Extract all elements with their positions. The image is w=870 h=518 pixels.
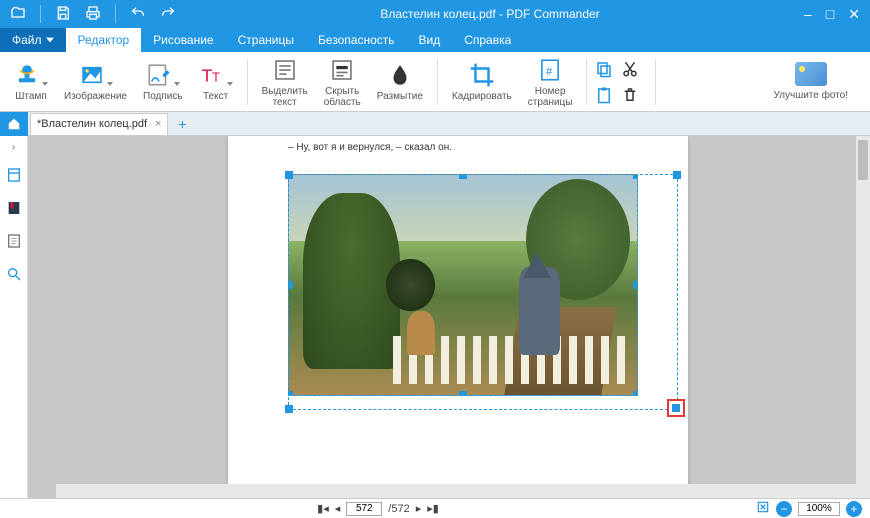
menubar: Файл Редактор Рисование Страницы Безопас… [0, 28, 870, 52]
hide-area-icon [329, 56, 355, 84]
ribbon: Штамп Изображение Подпись TT Текст Выдел… [0, 52, 870, 112]
page: – Ну, вот я и вернулся, – сказал он. [228, 136, 688, 498]
menu-drawing[interactable]: Рисование [141, 28, 225, 52]
svg-text:T: T [212, 70, 220, 85]
improve-photo-icon [795, 62, 827, 86]
crop-icon [469, 61, 495, 89]
svg-text:#: # [546, 65, 553, 77]
open-icon[interactable] [10, 5, 26, 24]
signature-icon [146, 61, 180, 89]
next-page-icon[interactable]: ▸ [416, 502, 422, 515]
resize-handle[interactable] [285, 171, 293, 179]
menu-help[interactable]: Справка [452, 28, 523, 52]
page-total: /572 [388, 503, 409, 515]
copy-button[interactable] [593, 58, 615, 80]
hide-area-button[interactable]: Скрыть область [316, 54, 369, 110]
save-icon[interactable] [55, 5, 71, 24]
menu-security[interactable]: Безопасность [306, 28, 407, 52]
selection-bounds[interactable] [288, 174, 678, 410]
delete-button[interactable] [619, 84, 641, 106]
page-number-button[interactable]: # Номер страницы [520, 54, 581, 110]
highlight-icon [272, 56, 298, 84]
blur-icon [387, 61, 413, 89]
separator [40, 5, 41, 23]
image-button[interactable]: Изображение [56, 54, 135, 110]
highlight-button[interactable]: Выделить текст [254, 54, 316, 110]
maximize-button[interactable]: □ [826, 6, 834, 22]
thumbnails-icon[interactable] [6, 167, 22, 186]
separator [115, 5, 116, 23]
stamp-icon [14, 61, 48, 89]
fit-page-icon[interactable] [756, 500, 770, 517]
text-button[interactable]: TT Текст [191, 54, 241, 110]
improve-photo-button[interactable]: Улучшите фото! [757, 62, 864, 101]
search-icon[interactable] [6, 266, 22, 285]
prev-page-icon[interactable]: ◂ [335, 502, 341, 515]
image-icon [79, 61, 113, 89]
home-tab[interactable] [0, 112, 28, 136]
text-icon: TT [199, 61, 233, 89]
last-page-icon[interactable]: ▸▮ [427, 502, 439, 515]
menu-view[interactable]: Вид [407, 28, 453, 52]
zoom-in-button[interactable]: + [846, 501, 862, 517]
separator [655, 59, 656, 105]
crop-button[interactable]: Кадрировать [444, 54, 520, 110]
menu-file[interactable]: Файл [0, 28, 66, 52]
zoom-out-button[interactable]: − [776, 501, 792, 517]
zoom-input[interactable] [798, 502, 840, 516]
close-tab-icon[interactable]: × [155, 118, 161, 130]
close-button[interactable]: ✕ [848, 6, 860, 23]
bookmarks-icon[interactable] [6, 200, 22, 219]
paste-button[interactable] [593, 84, 615, 106]
workspace: › – Ну, вот я и вернулся, – сказал он. [0, 136, 870, 498]
pager: ▮◂ ◂ /572 ▸ ▸▮ [317, 502, 439, 516]
left-toolbar: › [0, 136, 28, 498]
blur-button[interactable]: Размытие [369, 54, 431, 110]
page-input[interactable] [346, 502, 382, 516]
redo-icon[interactable] [160, 5, 176, 24]
vertical-scrollbar[interactable] [856, 136, 870, 498]
zoom-controls: − + [756, 500, 870, 517]
collapse-rail-icon[interactable]: › [12, 142, 15, 153]
canvas[interactable]: – Ну, вот я и вернулся, – сказал он. [28, 136, 870, 498]
horizontal-scrollbar[interactable] [56, 484, 856, 498]
signature-button[interactable]: Подпись [135, 54, 191, 110]
svg-text:T: T [201, 66, 212, 86]
document-tab-label: *Властелин колец.pdf [37, 118, 147, 130]
stamp-button[interactable]: Штамп [6, 54, 56, 110]
print-icon[interactable] [85, 5, 101, 24]
document-tab[interactable]: *Властелин колец.pdf × [30, 113, 168, 135]
page-text: – Ну, вот я и вернулся, – сказал он. [288, 142, 452, 153]
window-title: Властелин колец.pdf - PDF Commander [186, 7, 794, 21]
menu-pages[interactable]: Страницы [226, 28, 306, 52]
minimize-button[interactable]: – [804, 6, 812, 22]
corner-highlight[interactable] [667, 399, 685, 417]
page-number-icon: # [537, 56, 563, 84]
tabbar: *Властелин колец.pdf × + [0, 112, 870, 136]
titlebar: Властелин колец.pdf - PDF Commander – □ … [0, 0, 870, 28]
cut-button[interactable] [619, 58, 641, 80]
separator [247, 59, 248, 105]
add-tab-button[interactable]: + [172, 116, 192, 132]
menu-editor[interactable]: Редактор [66, 28, 142, 52]
scrollbar-thumb[interactable] [858, 140, 868, 180]
resize-handle[interactable] [285, 405, 293, 413]
attachments-icon[interactable] [6, 233, 22, 252]
undo-icon[interactable] [130, 5, 146, 24]
resize-handle[interactable] [673, 171, 681, 179]
separator [586, 59, 587, 105]
first-page-icon[interactable]: ▮◂ [317, 502, 329, 515]
statusbar: ▮◂ ◂ /572 ▸ ▸▮ − + [0, 498, 870, 518]
separator [437, 59, 438, 105]
